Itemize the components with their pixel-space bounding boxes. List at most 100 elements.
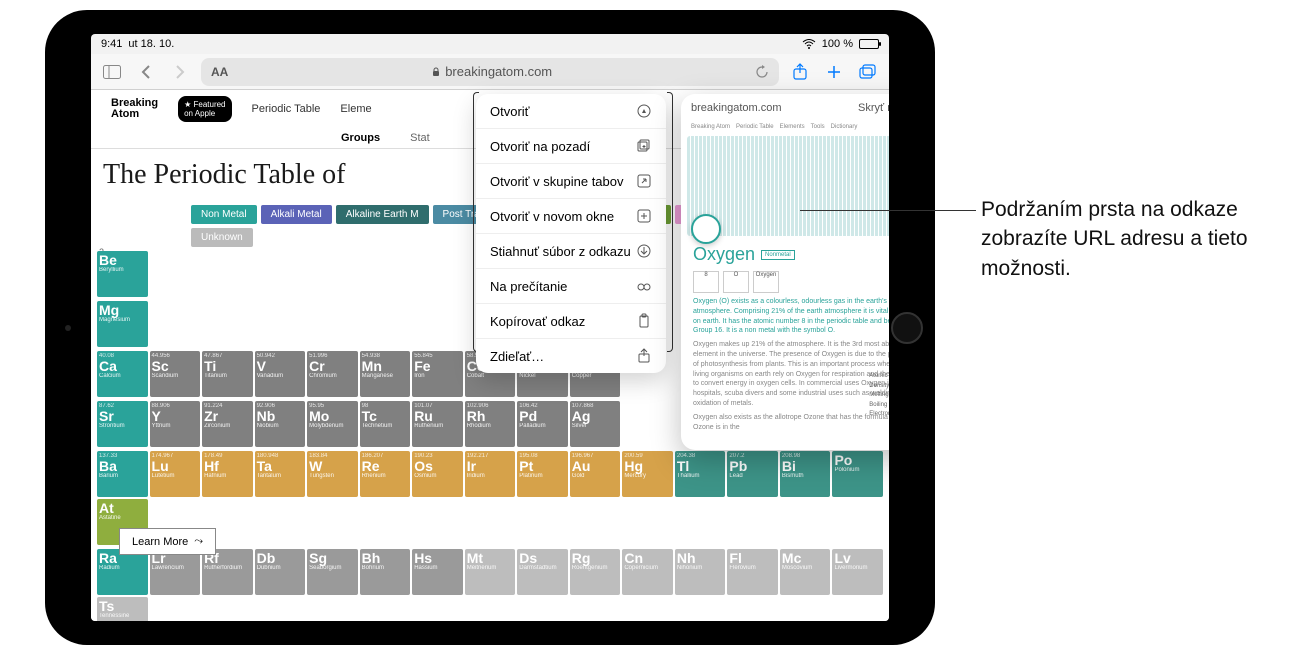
element-Ag[interactable]: 107.868AgSilver [570,401,621,447]
home-button[interactable] [891,312,923,344]
element-Ca[interactable]: 40.08CaCalcium [97,351,148,397]
element-Mt[interactable]: MtMeitnerium [465,549,516,595]
element-Hf[interactable]: 178.49HfHafnium [202,451,253,497]
element-Bh[interactable]: BhBohrium [360,549,411,595]
element-Hs[interactable]: HsHassium [412,549,463,595]
status-date: ut 18. 10. [128,38,174,50]
element-Po[interactable]: PoPolonium [832,451,883,497]
element-Ta[interactable]: 180.948TaTantalum [255,451,306,497]
featured-badge: ★ Featured on Apple [178,96,231,122]
element-Lu[interactable]: 174.967LuLutetium [150,451,201,497]
nav-elements[interactable]: Eleme [340,103,371,115]
preview-paragraph-2: Oxygen makes up 21% of the atmosphere. I… [687,338,889,411]
url-bar[interactable]: AA breakingatom.com [201,58,779,86]
screen: 9:41 ut 18. 10. 100 % AA breakingatom.co… [91,34,889,621]
ctx-zdie-a-[interactable]: Zdieľať… [476,339,666,373]
ctx-otvori-[interactable]: Otvoriť [476,94,666,129]
filter-chip-alkearth[interactable]: Alkaline Earth M [336,205,429,224]
new-tab-button[interactable] [821,59,847,85]
element-Mo[interactable]: 95.95MoMolybdenum [307,401,358,447]
annotation-text: Podržaním prsta na odkaze zobrazíte URL … [981,195,1301,283]
ctx-na-pre-tanie[interactable]: Na prečítanie [476,269,666,304]
element-Rh[interactable]: 102.906RhRhodium [465,401,516,447]
status-time: 9:41 [101,38,122,50]
square-arrow-icon [636,173,652,189]
ctx-stiahnu-s-bor-z-odkazu[interactable]: Stiahnuť súbor z odkazu [476,234,666,269]
text-size-button[interactable]: AA [211,65,228,79]
element-Fl[interactable]: FlFlerovium [727,549,778,595]
element-Sr[interactable]: 87.62SrStrontium [97,401,148,447]
filter-chip-alkali[interactable]: Alkali Metal [261,205,332,224]
tab-groups[interactable]: Groups [341,132,380,144]
element-Nh[interactable]: NhNihonium [675,549,726,595]
element-Bi[interactable]: 208.98BiBismuth [780,451,831,497]
element-Cn[interactable]: CnCopernicium [622,549,673,595]
element-Pt[interactable]: 195.08PtPlatinum [517,451,568,497]
share-button[interactable] [787,59,813,85]
element-Rg[interactable]: RgRoentgenium [570,549,621,595]
new-window-icon [636,208,652,224]
preview-title: Oxygen [693,244,755,265]
element-Tc[interactable]: 98TcTechnetium [360,401,411,447]
element-Db[interactable]: DbDubnium [255,549,306,595]
tabs-button[interactable] [855,59,881,85]
element-Mc[interactable]: McMoscovium [780,549,831,595]
forward-button[interactable] [167,59,193,85]
ctx-kop-rova-odkaz[interactable]: Kopírovať odkaz [476,304,666,339]
element-Mg[interactable]: MgMagnesium [97,301,148,347]
element-Sg[interactable]: SgSeaborgium [307,549,358,595]
filter-chip-nonmetal[interactable]: Non Metal [191,205,257,224]
preview-category-badge: Nonmetal [761,250,795,260]
reload-button[interactable] [755,65,769,79]
element-Lv[interactable]: LvLivermorium [832,549,883,595]
callout-bracket-right [667,92,673,352]
element-Ir[interactable]: 192.217IrIridium [465,451,516,497]
battery-percent: 100 % [822,38,853,50]
element-Lr[interactable]: LrLawrencium [150,549,201,595]
tab-states[interactable]: Stat [410,132,430,144]
element-Au[interactable]: 196.967AuGold [570,451,621,497]
callout-leader-line [800,210,976,211]
element-Pd[interactable]: 106.42PdPalladium [517,401,568,447]
element-W[interactable]: 183.84WTungsten [307,451,358,497]
clipboard-icon [636,313,652,329]
element-Ti[interactable]: 47.867TiTitanium [202,351,253,397]
element-Y[interactable]: 88.906YYttrium [150,401,201,447]
ctx-otvori-na-pozad-[interactable]: Otvoriť na pozadí [476,129,666,164]
element-Be[interactable]: BeBeryllium [97,251,148,297]
element-Rf[interactable]: RfRutherfordium [202,549,253,595]
learn-more-button[interactable]: Learn More ⤳ [119,528,216,555]
nav-periodic-table[interactable]: Periodic Table [252,103,321,115]
lock-icon [431,67,441,77]
ctx-otvori-v-novom-okne[interactable]: Otvoriť v novom okne [476,199,666,234]
element-Pb[interactable]: 207.2PbLead [727,451,778,497]
element-Fe[interactable]: 55.845FeIron [412,351,463,397]
element-Tl[interactable]: 204.38TlThallium [675,451,726,497]
hide-preview-button[interactable]: Skryť náhľad [858,102,889,114]
element-Ts[interactable]: TsTennessine [97,597,148,621]
link-preview-popover[interactable]: breakingatom.com Skryť náhľad Breaking A… [681,94,889,450]
element-Nb[interactable]: 92.906NbNiobium [255,401,306,447]
element-Zr[interactable]: 91.224ZrZirconium [202,401,253,447]
element-Ba[interactable]: 137.33BaBarium [97,451,148,497]
battery-icon [859,39,879,49]
filter-chip-unknown[interactable]: Unknown [191,228,253,247]
element-Cr[interactable]: 51.996CrChromium [307,351,358,397]
preview-paragraph-3: Oxygen also exists as the allotrope Ozon… [687,411,889,435]
element-Ra[interactable]: RaRadium [97,549,148,595]
safari-toolbar: AA breakingatom.com [91,54,889,90]
site-logo[interactable]: Breaking Atom [111,98,158,120]
preview-properties-list: Atomic Weight —Density —Melting Point —B… [869,372,889,420]
sidebar-button[interactable] [99,59,125,85]
element-Re[interactable]: 186.207ReRhenium [360,451,411,497]
ctx-otvori-v-skupine-tabov[interactable]: Otvoriť v skupine tabov [476,164,666,199]
element-V[interactable]: 50.942VVanadium [255,351,306,397]
element-Sc[interactable]: 44.956ScScandium [150,351,201,397]
element-Hg[interactable]: 200.59HgMercury [622,451,673,497]
back-button[interactable] [133,59,159,85]
element-Ru[interactable]: 101.07RuRuthenium [412,401,463,447]
element-Mn[interactable]: 54.938MnManganese [360,351,411,397]
compass-icon [636,103,652,119]
element-Os[interactable]: 190.23OsOsmium [412,451,463,497]
element-Ds[interactable]: DsDarmstadtium [517,549,568,595]
